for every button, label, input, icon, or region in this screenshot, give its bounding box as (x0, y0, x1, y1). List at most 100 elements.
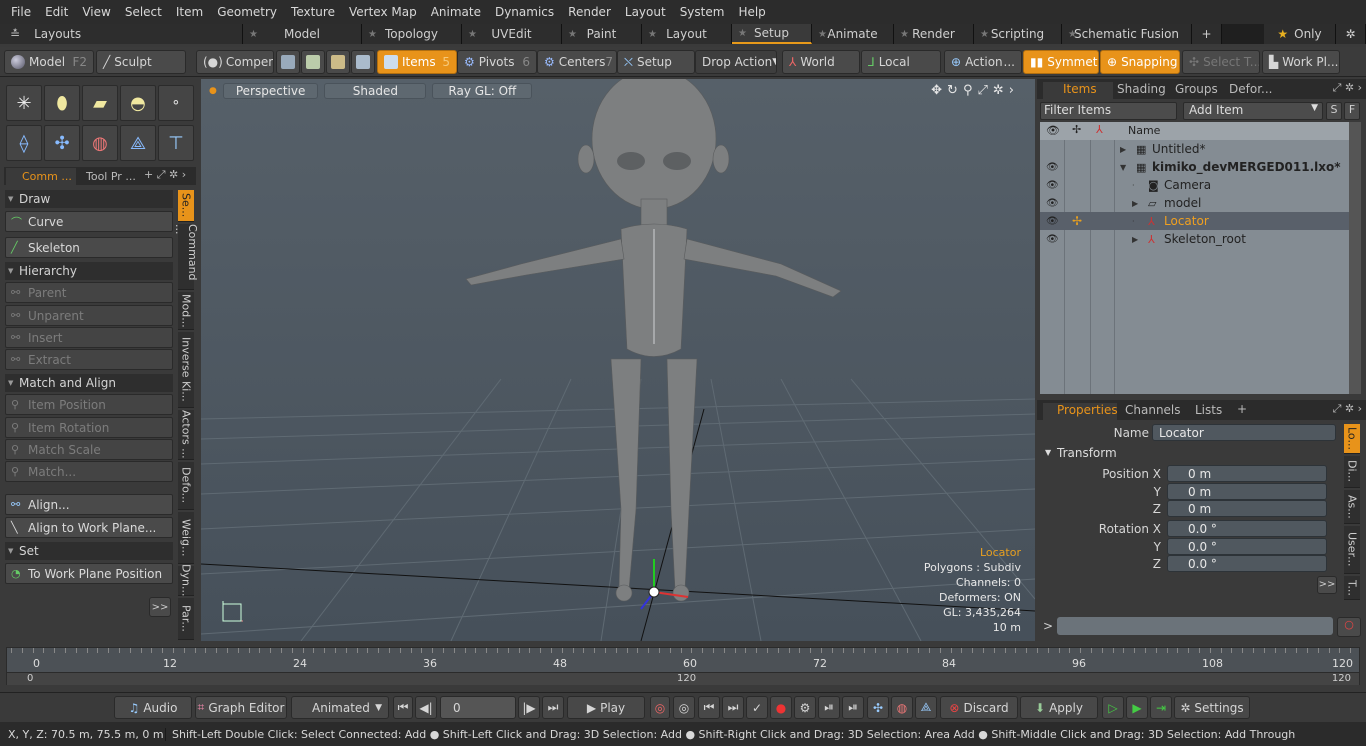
prev-keyframe-icon[interactable]: ⏮ (698, 696, 720, 719)
tab-topology[interactable]: ★ Topology (362, 24, 462, 44)
tab-model[interactable]: ★ Model (243, 24, 362, 44)
rotate-key-icon[interactable]: ◍ (891, 696, 913, 719)
items-scrollbar[interactable] (1349, 122, 1361, 394)
move-key-icon[interactable]: ✣ (867, 696, 889, 719)
vertices-button[interactable] (276, 50, 300, 74)
visibility-eye-icon[interactable]: 👁 (1046, 198, 1059, 209)
shaded-dropdown[interactable]: Shaded (324, 83, 427, 99)
expand-icon[interactable]: ▶ (1120, 145, 1126, 154)
align-work-plane-button[interactable]: ╲ Align to Work Plane... (5, 517, 173, 538)
move-tool-icon[interactable]: ✣ (44, 125, 80, 161)
tab-deformers[interactable]: Defor... (1229, 82, 1272, 96)
menu-view[interactable]: View (75, 5, 117, 19)
key-filter-icon[interactable]: ◎ (673, 696, 695, 719)
right-vtab-1[interactable]: Di... (1344, 456, 1360, 488)
maximize-icon[interactable]: ⤢ (977, 83, 992, 98)
add-item-dropdown[interactable]: Add Item ▼ (1183, 102, 1323, 120)
left-vtab-8[interactable]: Par... (178, 598, 194, 640)
menu-edit[interactable]: Edit (38, 5, 75, 19)
add-properties-tab-button[interactable]: + (1237, 402, 1247, 416)
bone-tool-icon[interactable]: ▰ (82, 85, 118, 121)
discard-button[interactable]: ⊗ Discard (940, 696, 1018, 719)
visibility-eye-icon[interactable]: 👁 (1046, 216, 1059, 227)
align-button[interactable]: ⚯ Align... (5, 494, 173, 515)
tree-row[interactable]: 👁 ▼ ▦ kimiko_devMERGED011.lxo* (1040, 158, 1349, 176)
command-input[interactable] (1057, 617, 1333, 635)
centers-mode-button[interactable]: ⚙ Centers 7 (537, 50, 617, 74)
play-button[interactable]: ▶ Play (567, 696, 645, 719)
right-vtab-0[interactable]: Lo... (1344, 424, 1360, 454)
position-z-field[interactable]: 0 m (1167, 500, 1327, 517)
dome-tool-icon[interactable]: ◓ (120, 85, 156, 121)
insert-button[interactable]: ⚯ Insert (5, 327, 173, 348)
tab-lists[interactable]: Lists (1195, 403, 1222, 417)
right-vtab-2[interactable]: As... (1344, 490, 1360, 524)
left-vtab-6[interactable]: Weig... (178, 512, 194, 564)
apply-button[interactable]: ⬇ Apply (1020, 696, 1098, 719)
items-panel-controls-icon[interactable]: ⤢ ✲ › (1333, 81, 1362, 95)
menu-texture[interactable]: Texture (284, 5, 342, 19)
menu-vertex-map[interactable]: Vertex Map (342, 5, 424, 19)
visibility-eye-icon[interactable]: 👁 (1046, 180, 1059, 191)
expand-icon[interactable]: · (1132, 181, 1135, 190)
scale-tool-icon[interactable]: ⟁ (120, 125, 156, 161)
action-center-button[interactable]: ⊕ Action ... (944, 50, 1022, 74)
record-icon[interactable]: ○ (1337, 617, 1361, 637)
section-draw[interactable]: Draw (5, 190, 173, 208)
locator-tool-icon[interactable]: ✳ (6, 85, 42, 121)
position-y-field[interactable]: 0 m (1167, 483, 1327, 500)
expand-icon[interactable]: ▶ (1132, 235, 1138, 244)
expand-icon[interactable]: · (1132, 217, 1135, 226)
tree-row[interactable]: 👁 ✢ · ⅄ Locator (1040, 212, 1349, 230)
joints-tool-icon[interactable]: ⚬ (158, 85, 194, 121)
pivots-mode-button[interactable]: ⚙ Pivots 6 (457, 50, 537, 74)
tab-animate[interactable]: ★ Animate (812, 24, 894, 44)
tab-groups[interactable]: Groups (1175, 82, 1218, 96)
3d-viewport[interactable]: ● Perspective Shaded Ray GL: Off ✥↻⚲⤢✲› … (201, 79, 1035, 641)
ellipse-tool-icon[interactable]: ⬮ (44, 85, 80, 121)
properties-more-button[interactable]: >> (1317, 576, 1337, 594)
visibility-eye-icon[interactable]: 👁 (1046, 162, 1059, 173)
tree-row[interactable]: ▶ ▦ Untitled* (1040, 140, 1349, 158)
favorite-star-icon[interactable]: ★ (900, 29, 909, 40)
layouts-button[interactable]: ≛ Layouts (0, 24, 243, 44)
tab-layout[interactable]: ★ Layout (642, 24, 732, 44)
name-field[interactable]: Locator (1152, 424, 1336, 441)
favorite-star-icon[interactable]: ★ (368, 29, 377, 40)
local-button[interactable]: ⅃ Local (861, 50, 941, 74)
section-match-align[interactable]: Match and Align (5, 374, 173, 392)
item-rotation-button[interactable]: ⚲ Item Rotation (5, 417, 173, 438)
menu-file[interactable]: File (4, 5, 38, 19)
edges-button[interactable] (301, 50, 325, 74)
expand-icon[interactable]: ▶ (1132, 199, 1138, 208)
key-curve-icon[interactable]: ✓ (746, 696, 768, 719)
pan-icon[interactable]: ✥ (931, 83, 947, 98)
gear-icon[interactable]: ✲ (1336, 24, 1366, 44)
add-tab-button[interactable]: + (1192, 24, 1222, 44)
items-mode-button[interactable]: Items 5 (377, 50, 457, 74)
graph-editor-button[interactable]: ⌗ Graph Editor (195, 696, 287, 719)
scale-key-icon[interactable]: ⟁ (915, 696, 937, 719)
settings-button[interactable]: ✲ Settings (1174, 696, 1250, 719)
s-button[interactable]: S (1326, 102, 1342, 120)
export-icon[interactable]: ⇥ (1150, 696, 1172, 719)
visibility-eye-icon[interactable]: 👁 (1046, 234, 1059, 245)
tab-scripting[interactable]: ★ Scripting (974, 24, 1062, 44)
next-key-button[interactable]: |▶ (518, 696, 540, 719)
components-button[interactable]: (●) Compen... (196, 50, 274, 74)
section-set[interactable]: Set (5, 542, 173, 560)
transform-section[interactable]: ▼ Transform (1043, 446, 1340, 462)
tab-render[interactable]: ★ Render (894, 24, 974, 44)
timeline-range-bar[interactable]: 0 120 120 (7, 672, 1359, 685)
position-x-field[interactable]: 0 m (1167, 465, 1327, 482)
tab-schematic-fusion[interactable]: ★ Schematic Fusion (1062, 24, 1192, 44)
favorite-star-icon[interactable]: ★ (738, 28, 747, 39)
raygl-dropdown[interactable]: Ray GL: Off (432, 83, 533, 99)
filter-items-input[interactable]: Filter Items (1040, 102, 1177, 120)
left-more-button[interactable]: >> (149, 597, 171, 617)
prev-key-button[interactable]: ◀| (415, 696, 437, 719)
record-key-icon[interactable]: ● (770, 696, 792, 719)
left-vtab-5[interactable]: Defo... (178, 462, 194, 510)
left-vtab-3[interactable]: Inverse Ki... (178, 332, 194, 408)
model-mode-button[interactable]: Model F2 (4, 50, 94, 74)
